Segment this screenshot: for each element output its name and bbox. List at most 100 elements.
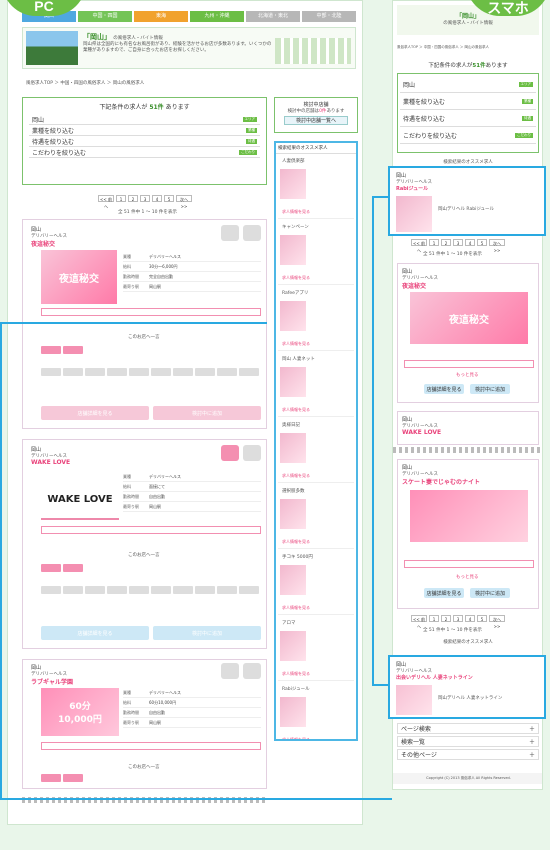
sp-footer-link[interactable]: ページ検索＋ <box>397 723 539 734</box>
tab-kyushu[interactable]: 九州・沖縄 <box>190 11 244 22</box>
shop-name[interactable]: ラブギャル学園 <box>31 677 73 686</box>
shop-more[interactable]: このお店へ一言 <box>128 334 160 340</box>
side-recommend-item[interactable]: 奥様日記 求人情報を見る <box>278 419 354 483</box>
side-item-image[interactable] <box>280 565 306 595</box>
side-item-image[interactable] <box>280 235 306 265</box>
reco-image[interactable] <box>396 196 432 232</box>
shop-name[interactable]: 夜這秘交 <box>31 239 67 248</box>
highlight-sp-reco-2: 岡山 デリバリーヘルス 出会いデリヘル 人妻ネットライン 岡山デリヘル 人妻ネットラ… <box>388 655 546 719</box>
header-subtitle: の風俗求人・バイト情報 <box>113 36 163 41</box>
pc-view: 関西 中国・四国 東海 九州・沖縄 北海道・東北 中部・北陸 「岡山」 の風俗求… <box>7 0 363 825</box>
side-item-image[interactable] <box>280 169 306 199</box>
sp-shop-banner[interactable] <box>410 490 528 542</box>
sp-header-sub: の風俗求人・バイト情報 <box>443 21 493 26</box>
shop-more[interactable]: このお店へ一言 <box>128 552 160 558</box>
side-item-link[interactable]: 求人情報を見る <box>282 275 310 281</box>
sp-pagination-bottom: << 前へ 1 2 3 4 5 次へ >> <box>411 615 505 629</box>
sp-more-link[interactable]: もっと見る <box>456 574 479 580</box>
add-consider-button[interactable]: 検討中に追加 <box>153 626 261 640</box>
sp-page-info: 全 51 件中 1 ～ 10 件を表示 <box>423 252 482 257</box>
header-title: 「岡山」 <box>83 33 111 41</box>
shop-info: 業種 デリバリーヘルス 給料 面接にて 勤務時間 自由出勤 最寄り駅 岡山駅 <box>123 472 261 512</box>
side-recommend-item[interactable]: Rabiジュール 求人情報を見る <box>278 683 354 739</box>
result-prefix: 下記条件の求人が <box>99 104 148 111</box>
side-item-image[interactable] <box>280 631 306 661</box>
consider-list-button[interactable]: 検討中店舗一覧へ <box>284 116 348 125</box>
sp-footer-link[interactable]: その他ページ＋ <box>397 749 539 760</box>
tab-tokai[interactable]: 東海 <box>134 11 188 22</box>
shop-name[interactable]: WAKE LOVE <box>31 459 70 466</box>
side-recommend-item[interactable]: Rafeeアプリ 求人情報を見る <box>278 287 354 351</box>
shop-detail-button[interactable]: 店舗詳細を見る <box>41 406 149 420</box>
city-illustration <box>275 38 351 64</box>
sp-breadcrumb[interactable]: 風俗求人TOP ＞ 中国・四国の風俗求人 ＞ 岡山の風俗求人 <box>397 45 489 50</box>
side-item-link[interactable]: 求人情報を見る <box>282 737 310 739</box>
phone-icon[interactable] <box>221 663 239 679</box>
mail-icon[interactable] <box>243 663 261 679</box>
sp-shop-notice <box>404 560 534 568</box>
sp-filter-area[interactable]: 岡山 エリア <box>400 76 536 93</box>
sp-filter-genre[interactable]: 業種を絞り込む 業種 <box>400 93 536 110</box>
breadcrumb[interactable]: 風俗求人TOP ＞ 中国・四国の風俗求人 ＞ 岡山の風俗求人 <box>26 80 144 86</box>
result-suffix: あります <box>165 104 190 111</box>
side-item-link[interactable]: 求人情報を見る <box>282 341 310 347</box>
side-item-image[interactable] <box>280 499 306 529</box>
shop-tags <box>41 774 101 782</box>
sp-filter-preference[interactable]: こだわりを絞り込む こだわり <box>400 127 536 144</box>
tab-chugoku[interactable]: 中国・四国 <box>78 11 132 22</box>
filter-preference[interactable]: こだわりを絞り込む こだわり <box>29 147 260 158</box>
add-consider-button[interactable]: 検討中に追加 <box>153 406 261 420</box>
filter-treatment[interactable]: 待遇を絞り込む 待遇 <box>29 136 260 147</box>
side-recommend-item[interactable]: 選択肢多数 求人情報を見る <box>278 485 354 549</box>
sp-add-button[interactable]: 検討中に追加 <box>470 588 510 598</box>
highlight-sp-reco-1: 岡山 デリバリーヘルス Rabiジュール 岡山デリヘル Rabiジュール <box>388 166 546 236</box>
sp-more-link[interactable]: もっと見る <box>456 372 479 378</box>
side-item-image[interactable] <box>280 433 306 463</box>
phone-icon[interactable] <box>221 225 239 241</box>
mail-icon[interactable] <box>243 445 261 461</box>
sp-filter-treatment[interactable]: 待遇を絞り込む 待遇 <box>400 110 536 127</box>
page-info: 全 51 件中 1 ～ 10 件を表示 <box>118 210 177 215</box>
side-recommend-item[interactable]: アロマ 求人情報を見る <box>278 617 354 681</box>
side-recommend-item[interactable]: 人妻倶楽部 求人情報を見る <box>278 155 354 219</box>
result-count: 51件 <box>149 104 164 111</box>
side-item-image[interactable] <box>280 697 306 727</box>
shop-banner[interactable]: 60分 10,000円 <box>41 688 119 736</box>
side-item-link[interactable]: 求人情報を見る <box>282 209 310 215</box>
shop-banner[interactable]: 夜這秘交 <box>41 250 117 304</box>
sp-detail-button[interactable]: 店舗詳細を見る <box>424 384 464 394</box>
sp-shop-card: 岡山 デリバリーヘルス スケート妻でじゃむのナイト もっと見る 店舗詳細を見る 検… <box>397 459 539 609</box>
side-item-link[interactable]: 求人情報を見る <box>282 605 310 611</box>
side-item-link[interactable]: 求人情報を見る <box>282 407 310 413</box>
tab-hokkaido[interactable]: 北海道・東北 <box>246 11 300 22</box>
phone-icon[interactable] <box>221 445 239 461</box>
filter-genre[interactable]: 業種を絞り込む 業種 <box>29 125 260 136</box>
mail-icon[interactable] <box>243 225 261 241</box>
sp-detail-button[interactable]: 店舗詳細を見る <box>424 588 464 598</box>
okayama-castle-image <box>26 31 78 65</box>
shop-more[interactable]: このお店へ一言 <box>128 764 160 770</box>
sp-add-button[interactable]: 検討中に追加 <box>470 384 510 394</box>
side-item-link[interactable]: 求人情報を見る <box>282 473 310 479</box>
tab-chubu[interactable]: 中部・北陸 <box>302 11 356 22</box>
side-recommend-item[interactable]: 岡山 人妻ネット 求人情報を見る <box>278 353 354 417</box>
sp-footer-link[interactable]: 検索一覧＋ <box>397 736 539 747</box>
sp-pagination: << 前へ 1 2 3 4 5 次へ >> <box>411 239 505 253</box>
side-recommend-item[interactable]: 手コキ 5000円 求人情報を見る <box>278 551 354 615</box>
consider-box: 検討中店舗 検討中の店舗は0件あります 検討中店舗一覧へ <box>274 97 358 133</box>
sp-page-info-bottom: 全 51 件中 1 ～ 10 件を表示 <box>423 628 482 633</box>
filter-area[interactable]: 岡山 エリア <box>29 114 260 125</box>
shop-notice <box>41 308 261 316</box>
shop-info: 業種 デリバリーヘルス 給料 30分～6,000円 勤務時間 完全自由出勤 最寄り駅岡… <box>123 252 261 292</box>
sp-shop-banner[interactable]: 夜這秘交 <box>410 292 528 344</box>
shop-detail-button[interactable]: 店舗詳細を見る <box>41 626 149 640</box>
side-recommend-item[interactable]: キャンペーン 求人情報を見る <box>278 221 354 285</box>
side-item-link[interactable]: 求人情報を見る <box>282 539 310 545</box>
shop-banner[interactable]: WAKE LOVE <box>41 480 119 520</box>
shop-conditions <box>41 586 261 594</box>
side-item-image[interactable] <box>280 301 306 331</box>
shop-conditions <box>41 368 261 376</box>
side-item-image[interactable] <box>280 367 306 397</box>
reco-image[interactable] <box>396 685 432 715</box>
side-item-link[interactable]: 求人情報を見る <box>282 671 310 677</box>
